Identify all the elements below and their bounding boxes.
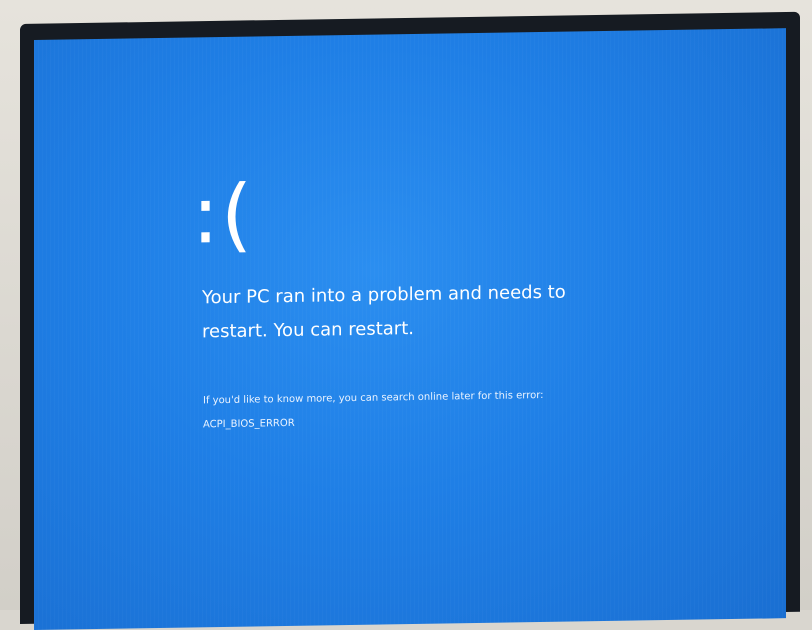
error-headline: Your PC ran into a problem and needs to …: [202, 275, 622, 350]
error-info: If you'd like to know more, you can sear…: [203, 384, 544, 437]
bsod-screen: :( Your PC ran into a problem and needs …: [34, 28, 786, 630]
headline-line-1: Your PC ran into a problem and needs to: [202, 281, 566, 309]
headline-line-2: restart. You can restart.: [202, 318, 414, 343]
sad-face-emoticon: :(: [192, 167, 255, 262]
stop-code: ACPI_BIOS_ERROR: [203, 417, 295, 431]
